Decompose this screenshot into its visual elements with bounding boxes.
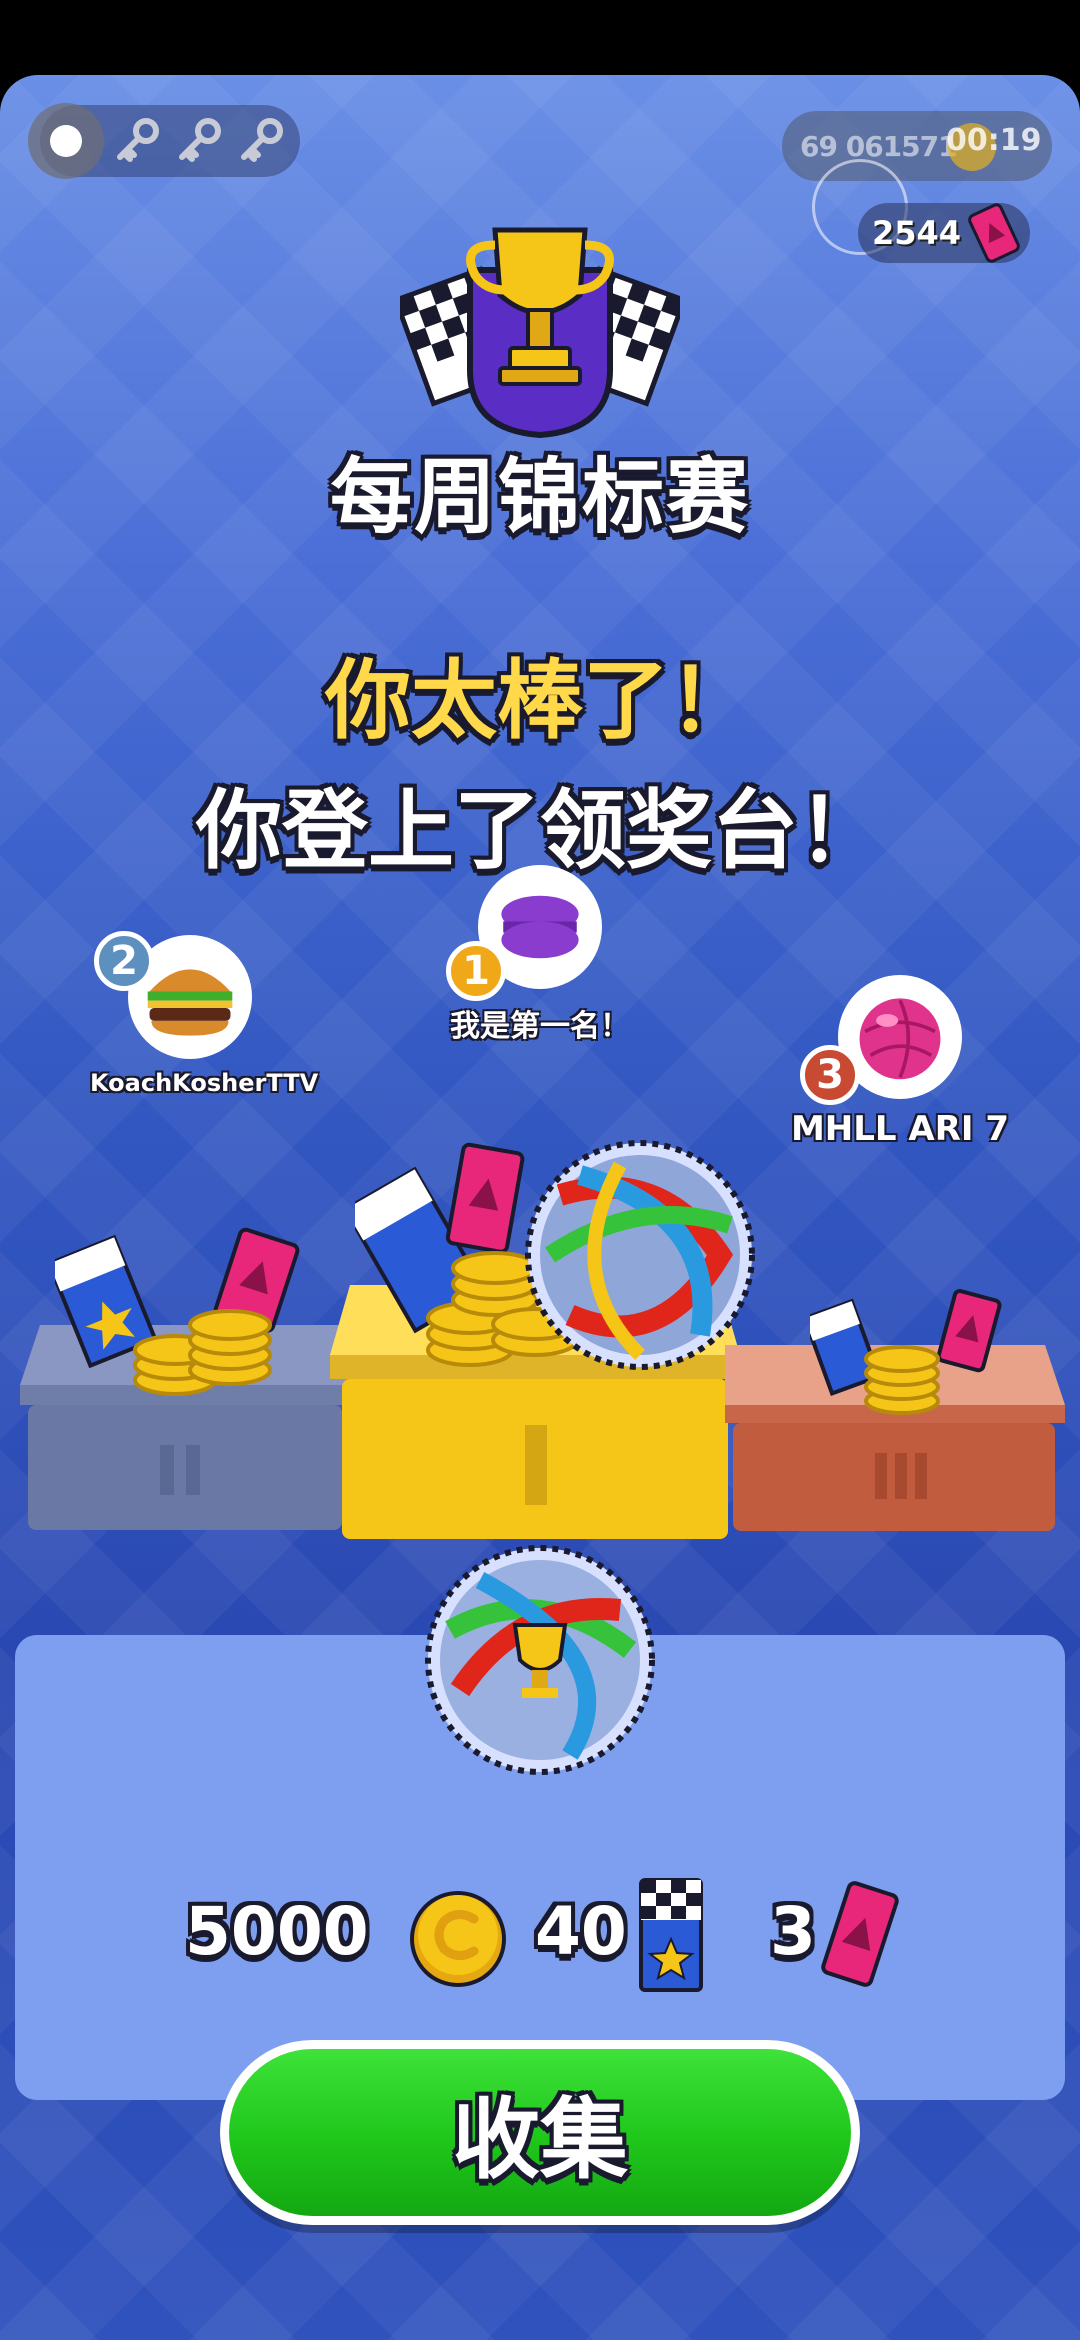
key-icon	[117, 118, 159, 162]
record-button[interactable]	[28, 103, 104, 179]
player-first: 1 我是第一名！	[430, 865, 650, 1045]
player-third: 3 MHLL ARI 7	[790, 975, 1010, 1149]
player-name-second: KoachKosherTTV	[90, 1069, 319, 1097]
reward-flags-amount: 40	[535, 1893, 627, 1970]
key-icon	[241, 118, 283, 162]
game-view: 69 061571 00:19 2544 每周锦标赛 你太棒了！ 你登上了领奖台…	[0, 75, 1080, 2340]
prize-chest-icon	[525, 1140, 755, 1370]
status-digits: 69 061571	[800, 129, 958, 163]
bronze-prize-pile	[810, 1289, 1002, 1415]
trophy-logo-icon	[400, 227, 680, 439]
tickets-count: 2544	[872, 214, 962, 252]
collect-button-label: 收集	[229, 2049, 851, 2216]
player-name-first: 我是第一名！	[450, 1009, 630, 1044]
race-flag-icon	[639, 1878, 703, 1992]
ticket-icon	[968, 203, 1020, 263]
tickets-counter: 2544	[858, 203, 1030, 263]
reward-chest-icon	[425, 1545, 655, 1775]
reward-coins-amount: 5000	[185, 1893, 369, 1970]
ticket-icon	[821, 1881, 899, 1987]
reward-tickets-amount: 3	[770, 1893, 816, 1970]
timer: 00:19	[946, 123, 1042, 158]
reward-row: 5000 40 3	[0, 1878, 1080, 2005]
player-name-third: MHLL ARI 7	[790, 1109, 1010, 1149]
page-title: 每周锦标赛	[329, 450, 750, 545]
silver-prize-pile	[55, 1227, 300, 1396]
collect-button[interactable]: 收集	[220, 2040, 860, 2225]
player-second: 2 KoachKosherTTV	[90, 931, 319, 1097]
rank-badge-second: 2	[94, 931, 154, 991]
key-icon	[179, 118, 221, 162]
rank-badge-third: 3	[800, 1045, 860, 1105]
headline: 你太棒了！	[325, 651, 755, 751]
screen: 69 061571 00:19 2544 每周锦标赛 你太棒了！ 你登上了领奖台…	[0, 0, 1080, 2340]
rank-badge-first: 1	[446, 941, 506, 1001]
coin-icon	[410, 1891, 506, 1987]
